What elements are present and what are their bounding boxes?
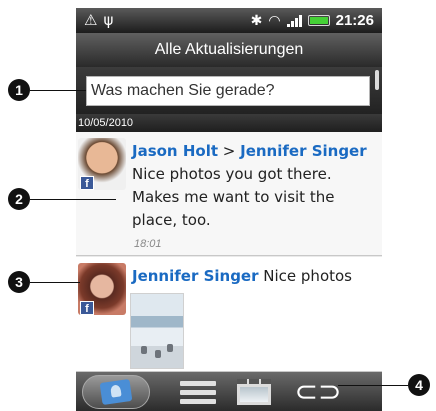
status-input[interactable]: Was machen Sie gerade? (86, 76, 370, 106)
updates-list-icon (180, 381, 216, 404)
link-icon: ⊂⊃ (294, 375, 342, 408)
status-time: 21:26 (335, 12, 374, 29)
update-feed[interactable]: f Jason Holt > Jennifer Singer Nice phot… (76, 132, 382, 372)
message-text: Nice photos you got there. Makes me want… (132, 165, 335, 229)
phone-screen: ⚠ ψ ✱ ◠ 21:26 Alle Aktualisierungen Was m… (76, 8, 382, 411)
message-text: Nice photos (258, 267, 352, 285)
avatar[interactable]: f (78, 138, 126, 190)
bottom-tab-bar: ⊂⊃ (76, 372, 382, 411)
tab-people[interactable] (82, 375, 150, 409)
separator: > (218, 142, 241, 160)
status-bar: ⚠ ψ ✱ ◠ 21:26 (76, 8, 382, 33)
status-right: ✱ ◠ 21:26 (251, 12, 374, 29)
facebook-icon: f (80, 176, 94, 190)
tab-photos[interactable] (228, 375, 280, 409)
photos-icon (237, 379, 271, 405)
callout-1: 1 (8, 79, 30, 101)
callout-line-1 (30, 90, 86, 91)
list-item[interactable]: f Jennifer Singer Nice photos (76, 257, 382, 372)
tab-updates[interactable] (174, 375, 222, 409)
update-text: Jason Holt > Jennifer Singer Nice photos… (132, 140, 376, 232)
status-left: ⚠ ψ (84, 11, 119, 29)
callout-line-3 (30, 282, 80, 283)
people-icon (99, 379, 133, 405)
author-name[interactable]: Jennifer Singer (132, 267, 259, 285)
bluetooth-icon: ✱ (250, 12, 263, 29)
callout-line-2 (30, 199, 116, 200)
update-text: Jennifer Singer Nice photos (132, 265, 376, 288)
date-separator: 10/05/2010 (76, 114, 382, 132)
tab-link[interactable]: ⊂⊃ (290, 375, 346, 409)
page-title: Alle Aktualisierungen (76, 33, 382, 67)
usb-icon: ψ (103, 11, 114, 29)
callout-line-4 (338, 385, 408, 386)
avatar[interactable]: f (78, 263, 126, 315)
wifi-icon: ◠ (268, 12, 281, 29)
callout-3: 3 (8, 271, 30, 293)
photo-thumbnail[interactable] (130, 293, 184, 369)
battery-icon (307, 15, 330, 26)
callout-2: 2 (8, 188, 30, 210)
timestamp: 18:01 (134, 238, 162, 250)
signal-icon (286, 14, 302, 27)
facebook-icon: f (80, 301, 94, 315)
recipient-name[interactable]: Jennifer Singer (240, 142, 367, 160)
compose-area: Was machen Sie gerade? (76, 67, 382, 114)
warning-icon: ⚠ (84, 11, 98, 29)
scrollbar[interactable] (375, 70, 379, 90)
author-name[interactable]: Jason Holt (132, 142, 218, 160)
list-item[interactable]: f Jason Holt > Jennifer Singer Nice phot… (76, 132, 382, 256)
callout-4: 4 (408, 374, 430, 396)
